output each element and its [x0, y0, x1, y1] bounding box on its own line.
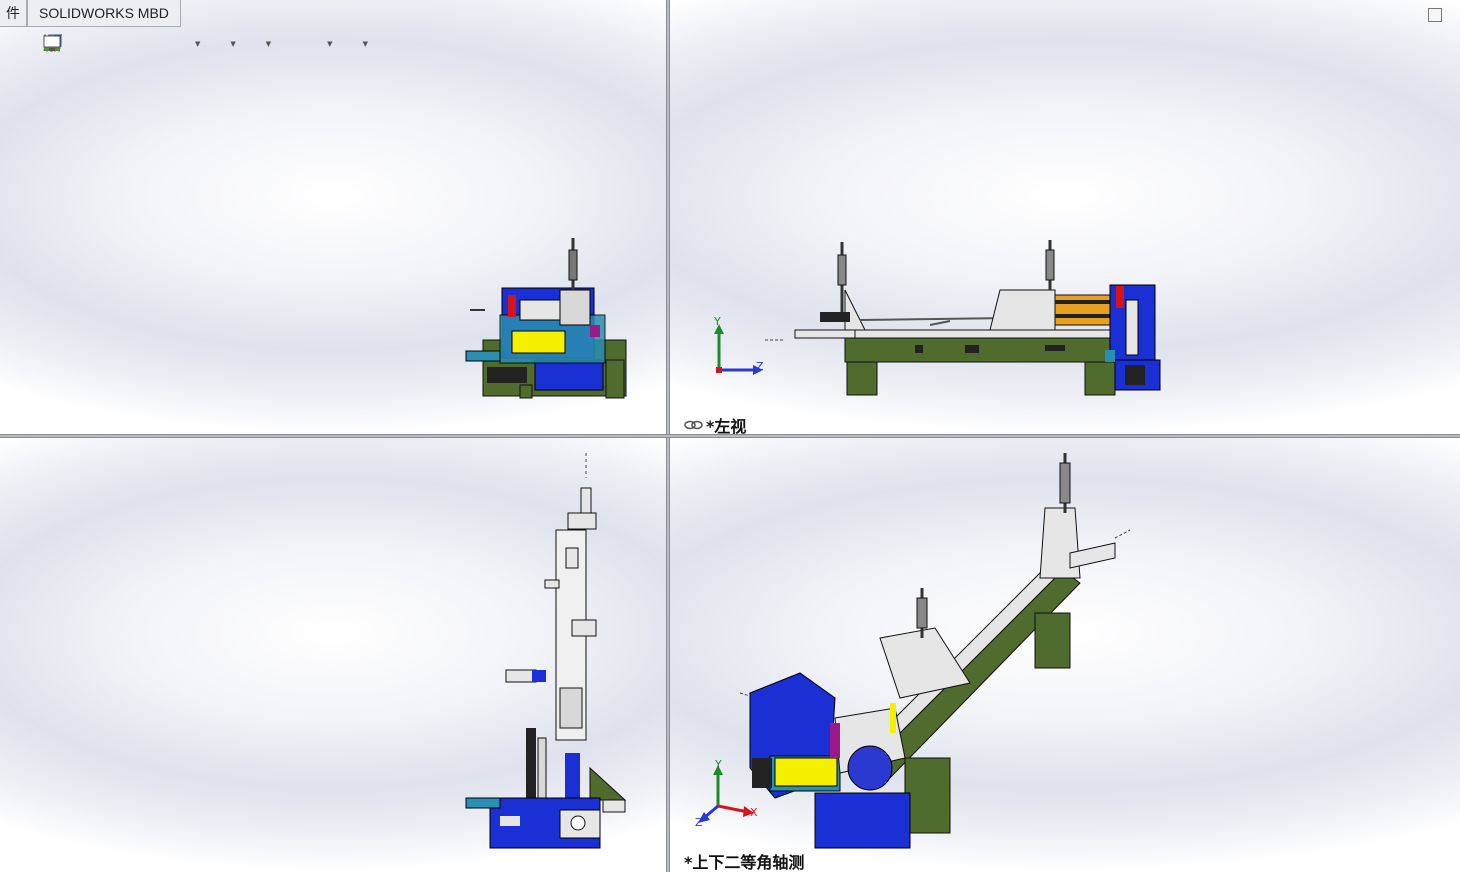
display-style-icon[interactable] [46, 34, 228, 55]
chevron-down-icon[interactable]: ▼ [363, 40, 368, 48]
previous-view-icon[interactable] [44, 34, 115, 55]
triad-z-label: Z [756, 360, 764, 373]
chevron-down-icon[interactable]: ▼ [195, 40, 200, 48]
chevron-down-icon[interactable]: ▼ [327, 40, 332, 48]
tab-part[interactable]: 件 [0, 0, 27, 27]
edit-appearance-icon[interactable] [45, 34, 299, 55]
chevron-down-icon[interactable]: ▼ [230, 40, 235, 48]
chevron-down-icon[interactable]: ▼ [266, 40, 271, 48]
hide-show-icon[interactable] [43, 34, 264, 55]
viewport-top-right[interactable]: Y Z *左视 [670, 0, 1460, 434]
zoom-area-icon[interactable] [43, 34, 89, 55]
link-views-icon[interactable] [684, 419, 704, 431]
triad-y-label: Y [714, 315, 721, 328]
section-view-icon[interactable] [44, 34, 141, 55]
heads-up-view-toolbar: ▼ ▼ ▼ ▼ ▼ [42, 33, 370, 55]
tab-bar: 件 SOLIDWORKS MBD [0, 0, 181, 27]
apply-scene-icon[interactable] [44, 34, 325, 55]
viewport-bottom-right[interactable]: Y X Z *上下二等角轴测 [670, 438, 1460, 872]
dynamic-annotation-icon[interactable] [43, 34, 167, 55]
tab-solidworks-mbd[interactable]: SOLIDWORKS MBD [27, 0, 181, 27]
view-settings-icon[interactable] [43, 34, 361, 55]
view-orientation-icon[interactable] [44, 33, 193, 55]
triad-x-label: X [750, 806, 758, 819]
coordinate-triad [714, 324, 763, 375]
horizontal-viewport-splitter[interactable] [0, 434, 1460, 438]
viewport-bottom-left[interactable] [0, 438, 666, 872]
model-front-view [465, 238, 627, 399]
triad-z-label: Z [695, 816, 703, 829]
viewport-label-left-view: *左视 [706, 417, 747, 434]
restore-viewport-icon[interactable] [1428, 8, 1442, 22]
viewport-label-isometric-view: *上下二等角轴测 [684, 853, 805, 872]
viewport-top-left[interactable]: 件 SOLIDWORKS MBD ▼ ▼ ▼ ▼ ▼ [0, 0, 666, 434]
triad-y-label: Y [715, 758, 722, 771]
model-top-view [465, 453, 627, 849]
